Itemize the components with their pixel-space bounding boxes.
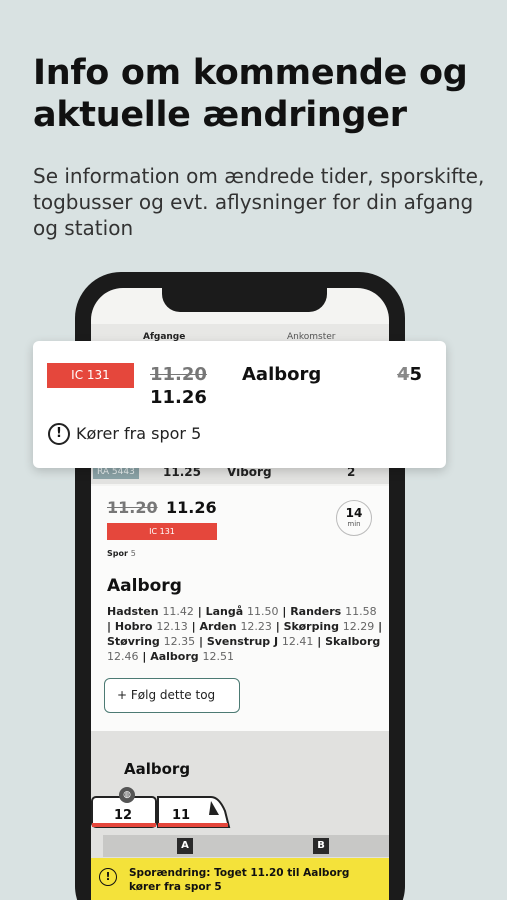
sector-label: A <box>177 838 193 854</box>
stop-list: Hadsten 11.42 | Langå 11.50 | Randers 11… <box>107 605 383 663</box>
stop-name: Arden <box>199 620 241 633</box>
follow-train-button[interactable]: + Følg dette tog <box>104 678 240 713</box>
stop-name: Svenstrup J <box>206 635 282 648</box>
sector-label: B <box>313 838 329 854</box>
phone-notch <box>162 288 327 312</box>
platform-strip <box>103 835 389 857</box>
warning-icon: ! <box>99 868 117 886</box>
track-info: Spor 5 <box>107 549 136 558</box>
stop-name: Hobro <box>114 620 157 633</box>
change-message: Kører fra spor 5 <box>76 424 202 443</box>
change-popup-card[interactable]: IC 131 11.20 11.26 Aalborg 45 ! Kører fr… <box>33 341 446 468</box>
alert-text: Sporændring: Toget 11.20 til Aalborg kør… <box>129 867 350 893</box>
wagon-number: 12 <box>114 808 133 823</box>
destination: Aalborg <box>107 576 182 596</box>
stop-name: Skørping <box>283 620 343 633</box>
new-track: 5 <box>409 364 423 385</box>
wagon-11 <box>157 796 231 828</box>
track-change-alert[interactable]: ! Sporændring: Toget 11.20 til Aalborg k… <box>91 858 389 900</box>
new-time: 11.26 <box>166 498 217 517</box>
stop-name: Støvring <box>107 635 164 648</box>
train-badge: IC 131 <box>107 523 217 540</box>
stop-time: 12.29 <box>342 620 375 633</box>
stop-name: Aalborg <box>150 650 203 663</box>
original-time: 11.20 <box>107 498 158 517</box>
stop-time: 11.42 <box>162 605 194 618</box>
stop-name: Skalborg <box>325 635 381 648</box>
stop-time: 12.41 <box>281 635 314 648</box>
stop-time: 11.58 <box>345 605 377 618</box>
subline: Se information om ændrede tider, sporski… <box>33 164 485 240</box>
track-change: 45 <box>397 364 422 385</box>
original-time: 11.20 <box>150 364 207 385</box>
destination: Aalborg <box>242 364 322 385</box>
bicycle-icon: ◍ <box>119 787 135 803</box>
track-label: Spor <box>107 549 128 558</box>
minutes-unit: min <box>347 520 361 528</box>
train-destination: Aalborg <box>124 760 191 778</box>
wagon-number: 11 <box>172 808 191 823</box>
old-track: 4 <box>397 364 410 385</box>
stop-name: Langå <box>205 605 248 618</box>
stop-time: 12.13 <box>156 620 188 633</box>
stop-time: 12.23 <box>240 620 272 633</box>
stop-time: 12.51 <box>202 650 234 663</box>
train-badge: IC 131 <box>47 363 134 388</box>
stop-time: 12.35 <box>163 635 196 648</box>
stop-name: Hadsten <box>107 605 163 618</box>
minutes-value: 14 <box>345 506 363 520</box>
headline: Info om kommende og aktuelle ændringer <box>33 53 468 135</box>
minutes-countdown: 14 min <box>336 500 372 536</box>
departure-detail-card: 11.20 11.26 IC 131 Spor 5 14 min Aalborg… <box>91 486 389 731</box>
info-icon: ! <box>48 423 70 445</box>
stop-time: 12.46 <box>107 650 139 663</box>
new-time: 11.26 <box>150 387 207 408</box>
stop-time: 11.50 <box>247 605 279 618</box>
train-wagons <box>91 796 231 828</box>
track-value: 5 <box>130 549 136 558</box>
stop-name: Randers <box>290 605 346 618</box>
